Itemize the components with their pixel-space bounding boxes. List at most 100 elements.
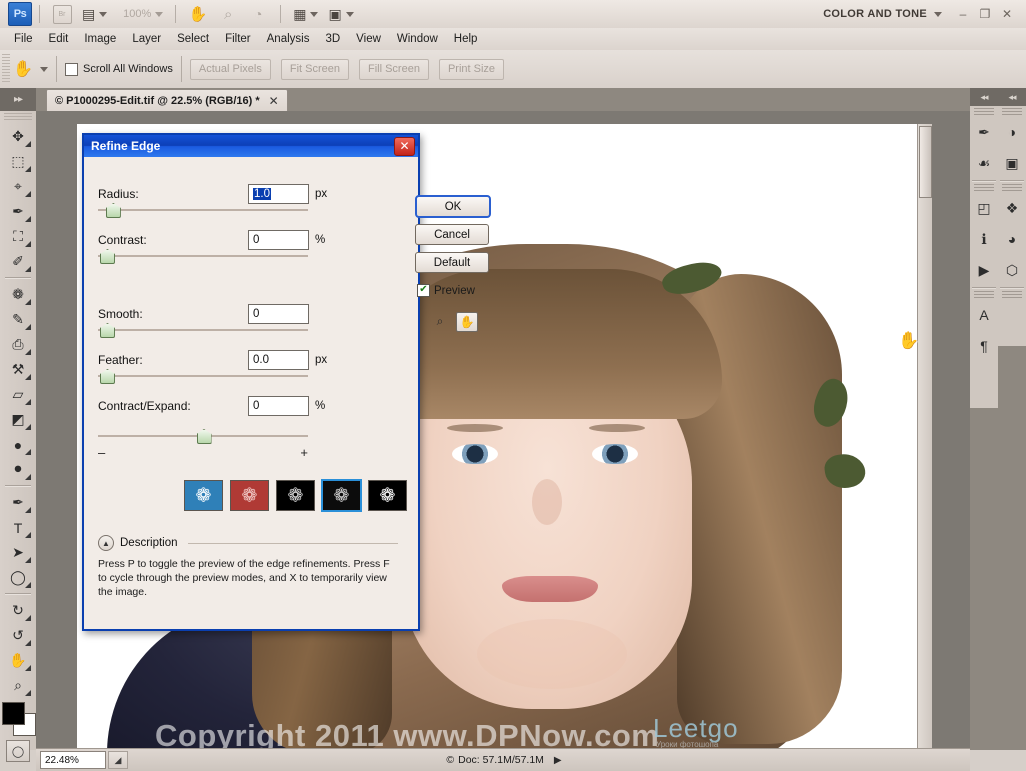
field-slider-track[interactable]: [98, 323, 308, 338]
eyedropper-tool[interactable]: ✐: [3, 249, 33, 274]
document-size-info[interactable]: © Doc: 57.1M/57.1M ▶: [128, 754, 880, 766]
scrollbar-thumb[interactable]: [919, 126, 932, 198]
spot-healing-brush-tool[interactable]: ❁: [3, 282, 33, 307]
ok-button[interactable]: OK: [415, 195, 491, 218]
eraser-tool[interactable]: ▱: [3, 382, 33, 407]
preview-mode-standard[interactable]: ❁: [184, 480, 223, 511]
menu-item-filter[interactable]: Filter: [217, 31, 259, 47]
menu-item-3d[interactable]: 3D: [317, 31, 348, 47]
status-resize-icon[interactable]: ◢: [108, 751, 128, 769]
brush-tool[interactable]: ✎: [3, 307, 33, 332]
hand-tool-icon[interactable]: ✋: [10, 56, 36, 82]
photoshop-logo-icon[interactable]: Ps: [8, 2, 32, 26]
panel-group-grip[interactable]: [1002, 108, 1022, 115]
lasso-tool[interactable]: ⌖: [3, 174, 33, 199]
panel-group-grip[interactable]: [1002, 184, 1022, 191]
menu-item-file[interactable]: File: [6, 31, 41, 47]
color-swatches[interactable]: [2, 702, 36, 736]
menu-item-layer[interactable]: Layer: [124, 31, 169, 47]
rectangular-marquee-tool[interactable]: ⬚: [3, 149, 33, 174]
quick-selection-tool[interactable]: ✒: [3, 199, 33, 224]
close-icon[interactable]: ✕: [269, 94, 279, 108]
collapse-panels-icon-right[interactable]: ◂◂: [1008, 92, 1016, 103]
menu-item-edit[interactable]: Edit: [41, 31, 77, 47]
field-slider-track[interactable]: [98, 369, 308, 384]
chevron-up-icon[interactable]: ▲: [98, 535, 114, 551]
field-slider-handle[interactable]: [99, 369, 115, 384]
canvas-vertical-scrollbar[interactable]: [917, 124, 932, 749]
zoom-tool[interactable]: ⌕: [3, 673, 33, 698]
field-slider-handle[interactable]: [99, 323, 115, 338]
menu-item-image[interactable]: Image: [76, 31, 124, 47]
scroll-all-windows-checkbox[interactable]: Scroll All Windows: [65, 62, 173, 76]
options-bar-grip[interactable]: [2, 54, 10, 84]
3d-orbit-tool[interactable]: ↺: [3, 623, 33, 648]
dialog-hand-tool-icon[interactable]: ✋: [456, 312, 478, 332]
preview-mode-on-white[interactable]: ❁: [321, 479, 362, 512]
panel-group-grip[interactable]: [974, 291, 994, 298]
fill-screen-button[interactable]: Fill Screen: [358, 58, 429, 80]
histogram-panel-icon[interactable]: ◰: [971, 193, 997, 223]
menu-item-window[interactable]: Window: [389, 31, 446, 47]
default-button[interactable]: Default: [415, 252, 489, 273]
print-size-button[interactable]: Print Size: [438, 58, 505, 80]
field-input[interactable]: 1.0: [248, 184, 309, 204]
panel-group-grip[interactable]: [974, 108, 994, 115]
ellipse-shape-tool[interactable]: ◯: [3, 565, 33, 590]
fit-screen-button[interactable]: Fit Screen: [280, 58, 349, 80]
field-slider-track[interactable]: [98, 203, 308, 218]
hand-icon[interactable]: ✋: [185, 3, 211, 25]
info-panel-icon[interactable]: ℹ: [971, 224, 997, 254]
menu-item-help[interactable]: Help: [446, 31, 486, 47]
menu-item-view[interactable]: View: [348, 31, 389, 47]
foreground-color-swatch[interactable]: [2, 702, 25, 725]
preview-checkbox[interactable]: ✔ Preview: [417, 284, 475, 297]
zoom-icon[interactable]: ⌕: [215, 3, 241, 25]
zoom-level-field[interactable]: 100%: [114, 3, 166, 25]
clone-stamp-tool[interactable]: ⎙: [3, 332, 33, 357]
layers-panel-icon[interactable]: ❖: [999, 193, 1025, 223]
document-tab[interactable]: © P1000295-Edit.tif @ 22.5% (RGB/16) * ✕: [46, 89, 288, 111]
panel-group-grip[interactable]: [974, 184, 994, 191]
rotate-view-icon[interactable]: ◔: [245, 3, 271, 25]
blur-tool[interactable]: ●: [3, 432, 33, 457]
screen-mode-icon[interactable]: ▣: [325, 3, 356, 25]
dodge-tool[interactable]: ⚫: [3, 457, 33, 482]
menu-item-analysis[interactable]: Analysis: [259, 31, 318, 47]
3d-rotate-tool[interactable]: ↻: [3, 598, 33, 623]
tool-presets-panel-icon[interactable]: ✒: [971, 117, 997, 147]
field-slider-handle[interactable]: [99, 249, 115, 264]
actual-pixels-button[interactable]: Actual Pixels: [189, 58, 271, 80]
field-input[interactable]: 0: [248, 396, 309, 416]
toolbox-grip[interactable]: [4, 113, 32, 122]
field-input[interactable]: 0: [248, 230, 309, 250]
actions-panel-icon[interactable]: ▶: [971, 255, 997, 285]
toolbox-expand-icon[interactable]: ▸▸: [0, 88, 36, 111]
minimize-button[interactable]: –: [952, 4, 974, 24]
cancel-button[interactable]: Cancel: [415, 224, 489, 245]
channels-panel-icon[interactable]: ◕: [999, 224, 1025, 254]
chevron-down-icon[interactable]: [40, 66, 48, 72]
dialog-close-button[interactable]: ✕: [394, 136, 415, 156]
field-slider-track[interactable]: [98, 249, 308, 264]
preview-mode-quick-mask[interactable]: ❁: [230, 480, 269, 511]
brush-presets-panel-icon[interactable]: ☙: [971, 148, 997, 178]
field-slider-handle[interactable]: [196, 429, 212, 444]
masks-panel-icon[interactable]: ▣: [999, 148, 1025, 178]
hand-tool[interactable]: ✋: [3, 648, 33, 673]
dialog-title-bar[interactable]: Refine Edge ✕: [84, 135, 418, 157]
maximize-button[interactable]: ❐: [974, 4, 996, 24]
zoom-percentage-field[interactable]: 22.48%: [40, 751, 106, 769]
collapse-panels-icon-left[interactable]: ◂◂: [980, 92, 988, 103]
type-tool[interactable]: T: [3, 515, 33, 540]
gradient-tool[interactable]: ◩: [3, 407, 33, 432]
field-input[interactable]: 0: [248, 304, 309, 324]
workspace-switcher[interactable]: COLOR AND TONE: [823, 8, 942, 20]
launch-bridge-icon[interactable]: Br: [49, 3, 75, 25]
dock-collapse-bar[interactable]: ◂◂ ◂◂: [970, 88, 1026, 106]
paths-panel-icon[interactable]: ⬡: [999, 255, 1025, 285]
adjustments-panel-icon[interactable]: ◑: [999, 117, 1025, 147]
preview-mode-on-black[interactable]: ❁: [276, 480, 315, 511]
preview-mode-mask[interactable]: ❁: [368, 480, 407, 511]
description-header[interactable]: ▲ Description: [98, 535, 398, 551]
